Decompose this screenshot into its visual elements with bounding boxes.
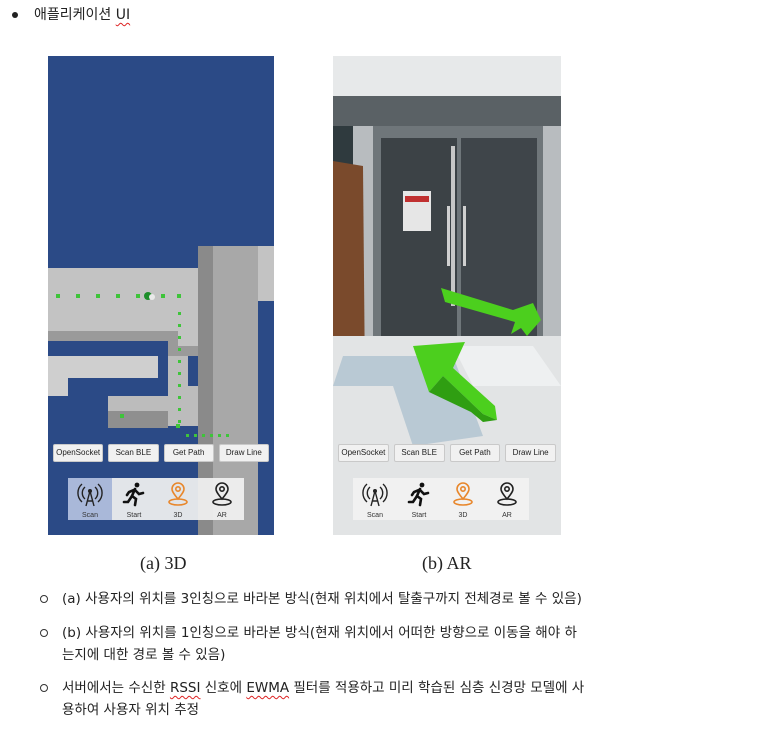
map-pin-icon [453, 482, 473, 506]
ewma-term: EWMA [246, 680, 290, 696]
heading-ui-text: UI [115, 7, 131, 23]
action-button-row: OpenSocket Scan BLE Get Path Draw Line [338, 444, 556, 462]
draw-line-button[interactable]: Draw Line [505, 444, 556, 462]
caption-3d: (a) 3D [140, 553, 187, 573]
3d-mode-label: 3D [173, 512, 183, 519]
get-path-button[interactable]: Get Path [449, 444, 501, 462]
ar-mode-button[interactable]: AR [200, 478, 244, 520]
section-heading: 애플리케이션 UI [34, 5, 130, 25]
map-pin-icon [168, 482, 188, 506]
location-pin-icon [212, 482, 232, 506]
ar-mode-label: AR [502, 512, 512, 519]
list-item-text-cont: 는지에 대한 경로 볼 수 있음) [62, 647, 226, 663]
scan-ble-button[interactable]: Scan BLE [108, 444, 159, 462]
list-item-text: 서버에서는 수신한 RSSI 신호에 EWMA 필터를 적용하고 미리 학습된 … [62, 680, 585, 696]
scan-mode-label: Scan [82, 512, 98, 519]
mode-bar: Scan Start 3D AR [353, 478, 529, 520]
open-socket-button[interactable]: OpenSocket [338, 444, 389, 462]
ar-mode-label: AR [217, 512, 227, 519]
scan-ble-button[interactable]: Scan BLE [393, 444, 445, 462]
signal-tower-icon [362, 483, 388, 507]
start-mode-label: Start [411, 512, 427, 519]
list-item-text-cont: 용하여 사용자 위치 추정 [62, 702, 200, 718]
scan-mode-button[interactable]: Scan [68, 478, 112, 520]
3d-mode-label: 3D [458, 512, 468, 519]
3d-mode-button[interactable]: 3D [441, 478, 485, 520]
scan-mode-button[interactable]: Scan [353, 478, 397, 520]
screenshot-3d-view: OpenSocket Scan BLE Get Path Draw Line S… [48, 56, 274, 535]
screenshot-ar-view: OpenSocket Scan BLE Get Path Draw Line S… [333, 56, 561, 535]
ar-camera-view [333, 56, 561, 535]
sub-bullet [40, 595, 48, 603]
caption-ar: (b) AR [422, 553, 472, 573]
open-socket-button[interactable]: OpenSocket [53, 444, 104, 462]
bullet-dot [12, 12, 18, 18]
mode-bar: Scan Start 3D AR [68, 478, 244, 520]
start-mode-button[interactable]: Start [112, 478, 156, 520]
running-person-icon [407, 482, 430, 507]
rssi-term: RSSI [169, 680, 201, 696]
3d-map-render [48, 246, 274, 535]
get-path-button[interactable]: Get Path [163, 444, 214, 462]
scan-mode-label: Scan [367, 512, 383, 519]
list-item-text: (b) 사용자의 위치를 1인칭으로 바라본 방식(현재 위치에서 어떠한 방향… [62, 625, 577, 641]
3d-mode-button[interactable]: 3D [156, 478, 200, 520]
ar-mode-button[interactable]: AR [485, 478, 529, 520]
sub-bullet [40, 684, 48, 692]
heading-text: 애플리케이션 [34, 7, 116, 23]
running-person-icon [122, 482, 145, 507]
start-mode-label: Start [126, 512, 142, 519]
signal-tower-icon [77, 483, 103, 507]
list-item-text: (a) 사용자의 위치를 3인칭으로 바라본 방식(현재 위치에서 탈출구까지 … [62, 591, 582, 607]
location-pin-icon [497, 482, 517, 506]
start-mode-button[interactable]: Start [397, 478, 441, 520]
action-button-row: OpenSocket Scan BLE Get Path Draw Line [53, 444, 269, 462]
draw-line-button[interactable]: Draw Line [218, 444, 269, 462]
sub-bullet [40, 629, 48, 637]
